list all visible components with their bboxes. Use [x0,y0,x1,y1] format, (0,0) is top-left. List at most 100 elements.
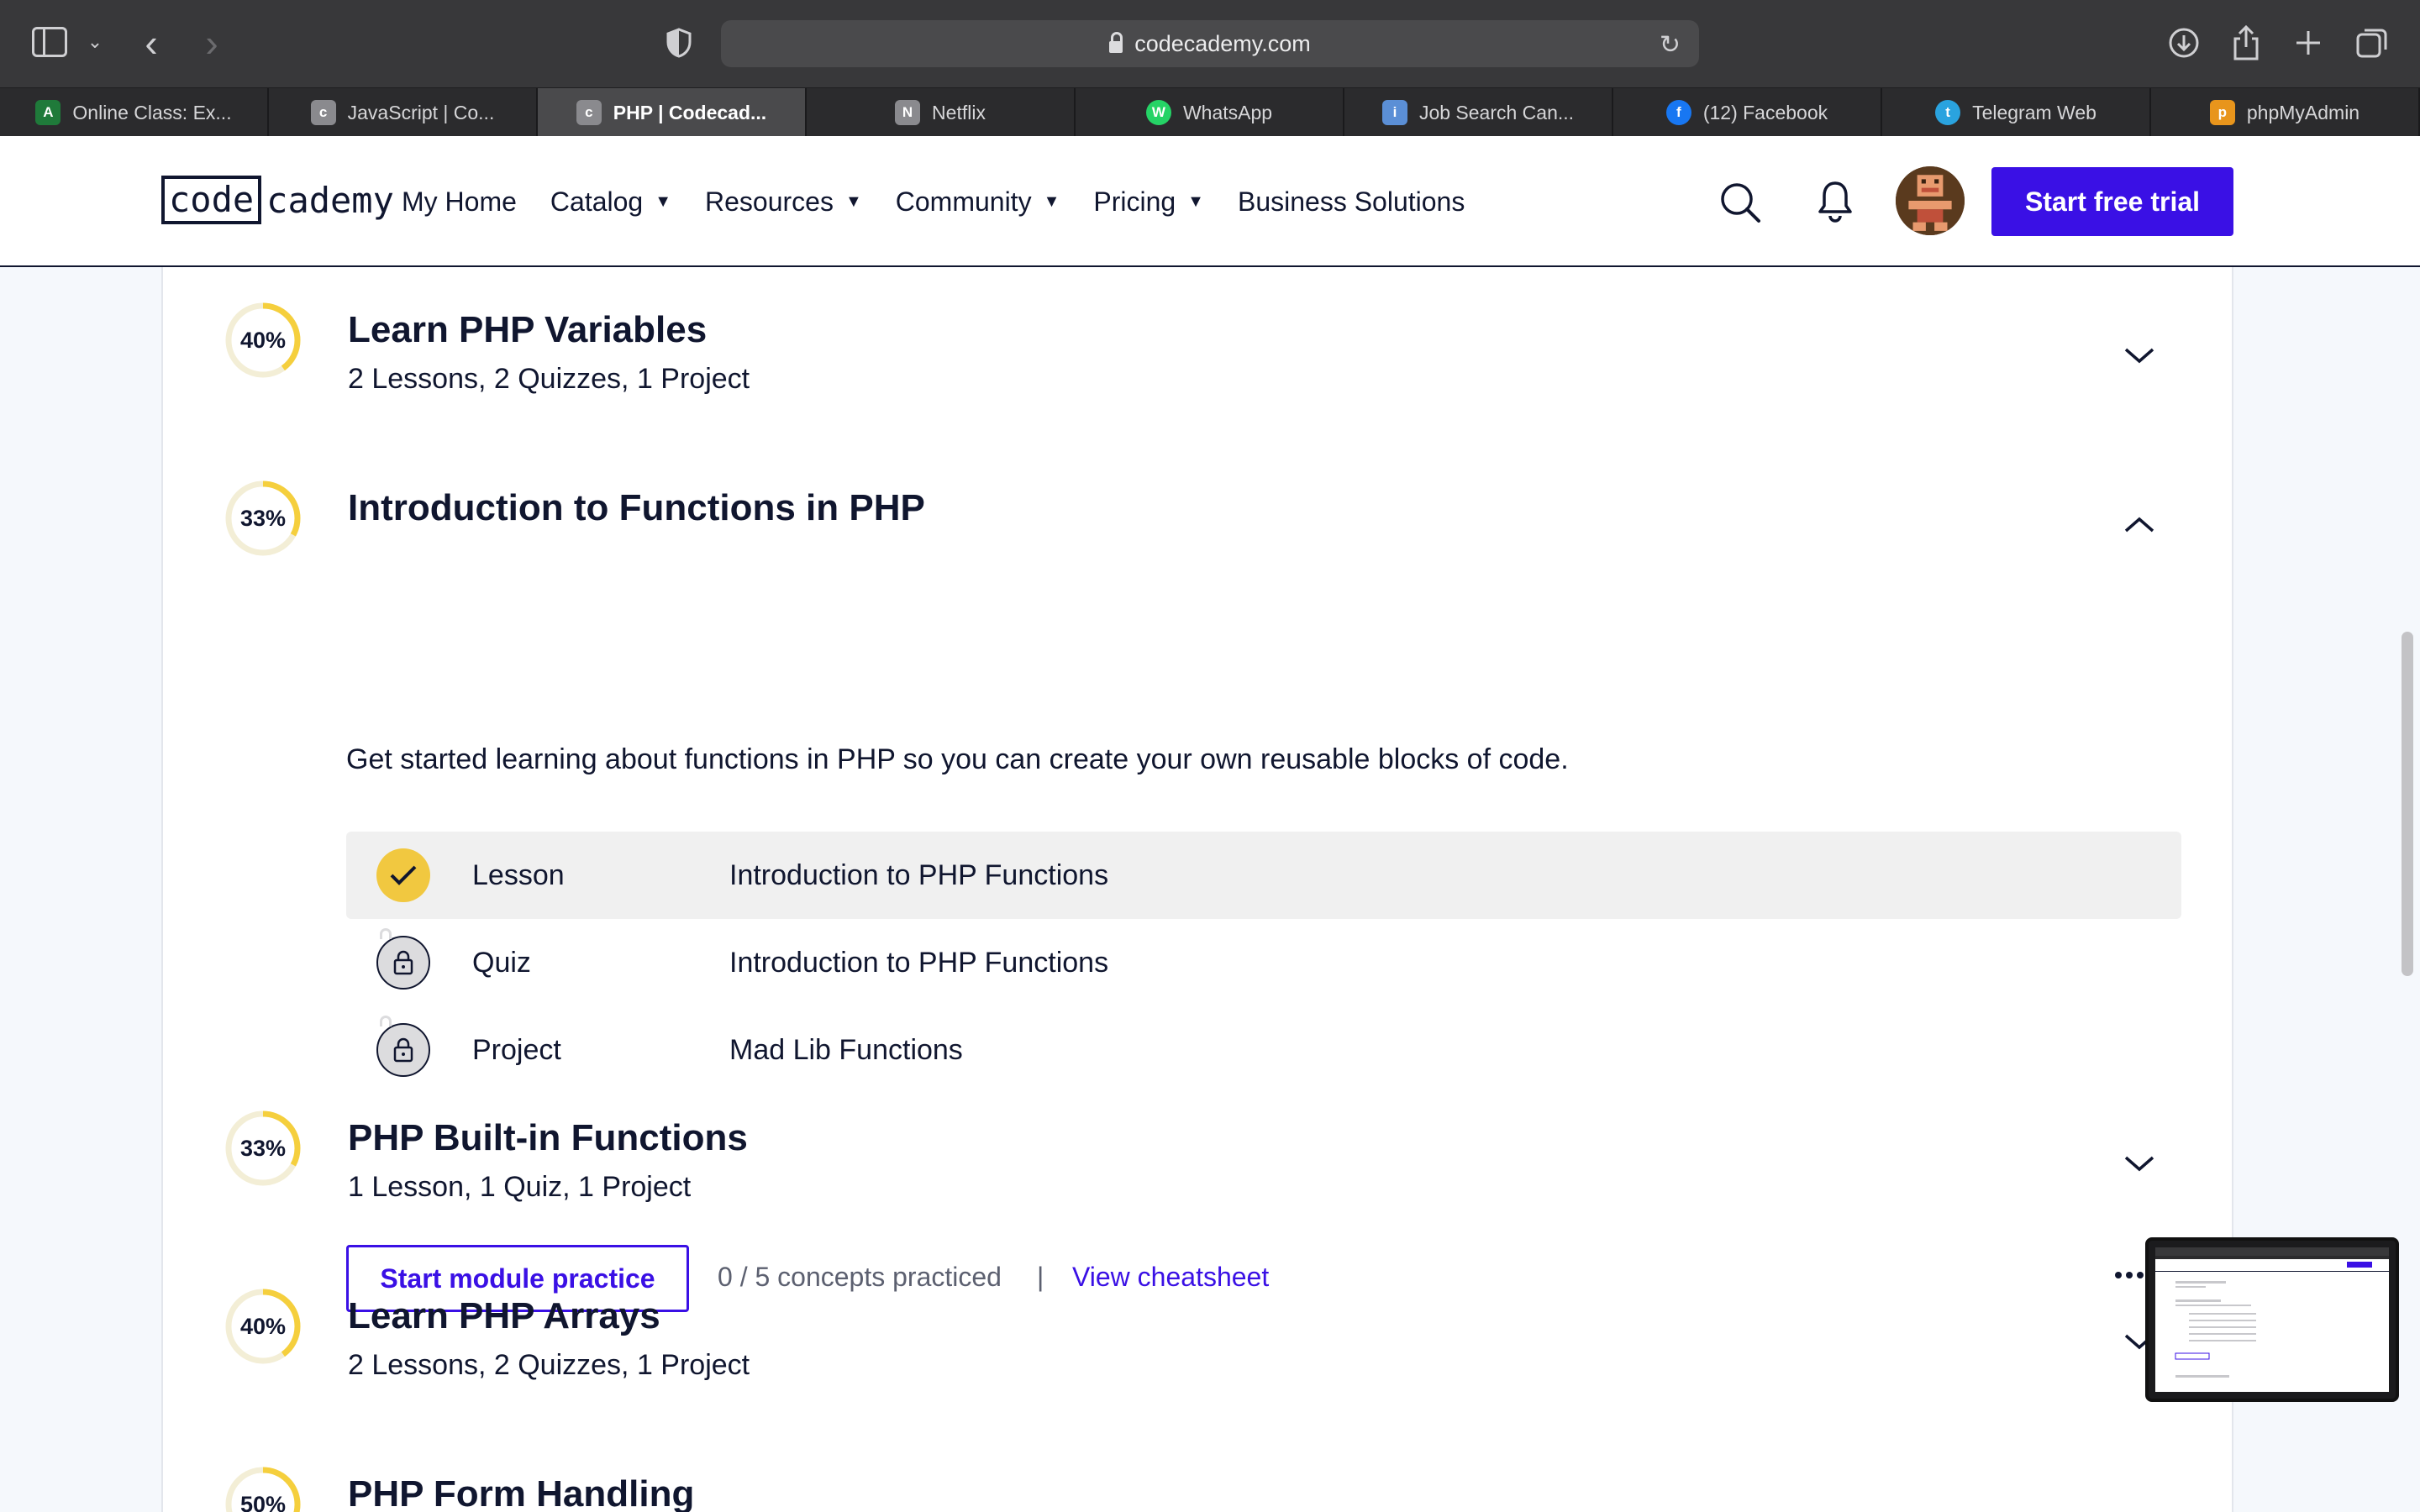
browser-tab[interactable]: W WhatsApp [1076,88,1344,137]
divider: | [1037,1262,1044,1292]
download-icon[interactable] [2165,24,2203,62]
nav-catalog[interactable]: Catalog ▼ [550,186,671,218]
progress-ring: 50% [225,1467,301,1512]
progress-percent: 33% [239,505,287,531]
tab-title: WhatsApp [1182,101,1273,123]
module-description: Get started learning about functions in … [346,743,1569,775]
item-type: Lesson [472,859,565,891]
module-title[interactable]: Learn PHP Variables [348,309,707,351]
item-name: Introduction to PHP Functions [729,859,1109,891]
tab-title: Telegram Web [1972,101,2096,123]
logo-code: code [161,176,262,224]
list-item-lesson[interactable]: Lesson Introduction to PHP Functions [346,832,2181,919]
nav-label: Catalog [550,186,644,217]
favicon-icon: f [1665,100,1691,125]
tab-overview-icon[interactable] [2353,24,2391,62]
site-header: code cademy My Home Catalog ▼ Resources ▼ C… [0,136,2420,267]
module-title[interactable]: Learn PHP Arrays [348,1295,660,1337]
chevron-down-icon[interactable] [2121,343,2158,366]
favicon-icon: t [1935,100,1961,125]
lock-icon [376,928,430,990]
caret-down-icon: ▼ [844,192,862,211]
chevron-up-icon[interactable] [2121,512,2158,536]
lock-icon [1109,32,1123,53]
nav-pricing[interactable]: Pricing ▼ [1093,186,1204,218]
chevron-down-icon[interactable]: ⌄ [82,25,108,59]
nav-business-solutions[interactable]: Business Solutions [1238,186,1465,218]
nav-label: Pricing [1093,186,1176,217]
browser-tab[interactable]: N Netflix [807,88,1076,137]
avatar[interactable] [1896,166,1965,235]
browser-tab[interactable]: i Job Search Can... [1344,88,1613,137]
tab-title: phpMyAdmin [2246,101,2360,123]
favicon-icon: p [2209,100,2235,125]
module-title[interactable]: Introduction to Functions in PHP [348,487,925,529]
new-tab-icon[interactable] [2289,24,2328,62]
tab-title: PHP | Codecad... [613,101,767,123]
search-icon[interactable] [1719,181,1761,223]
item-type: Project [472,1034,561,1066]
item-type: Quiz [472,947,531,979]
module-title[interactable]: PHP Built-in Functions [348,1117,748,1159]
syllabus-card: 40% Learn PHP Variables 2 Lessons, 2 Qui… [161,267,2233,1512]
browser-tab[interactable]: c JavaScript | Co... [269,88,538,137]
module-subtitle: 2 Lessons, 2 Quizzes, 1 Project [348,363,750,395]
favicon-icon: i [1381,100,1407,125]
url-text: codecademy.com [1134,30,1311,56]
sidebar-toggle-icon[interactable] [32,27,67,57]
browser-tab[interactable]: t Telegram Web [1882,88,2151,137]
favicon-icon: c [576,100,602,125]
browser-tab-active[interactable]: c PHP | Codecad... [538,88,807,137]
progress-ring: 40% [225,1289,301,1364]
progress-percent: 40% [239,327,287,353]
back-arrow-icon[interactable]: ‹ [134,21,168,65]
tab-title: JavaScript | Co... [347,101,495,123]
item-name: Mad Lib Functions [729,1034,963,1066]
tab-title: Online Class: Ex... [72,101,232,123]
concepts-practiced: 0 / 5 concepts practiced [718,1262,1002,1292]
nav-label: My Home [402,186,517,217]
codecademy-logo[interactable]: code cademy [161,176,394,224]
logo-cademy: cademy [266,179,394,221]
nav-my-home[interactable]: My Home [402,186,517,218]
screenshot-thumbnail[interactable] [2145,1237,2399,1402]
forward-arrow-icon[interactable]: › [195,21,229,65]
caret-down-icon: ▼ [655,192,671,211]
tab-bar: A Online Class: Ex... c JavaScript | Co...… [0,87,2420,137]
share-icon[interactable] [2227,24,2265,62]
bell-icon[interactable] [1817,180,1854,223]
browser-toolbar: ⌄ ‹ › codecademy.com ↻ [0,0,2420,87]
browser-tab[interactable]: A Online Class: Ex... [0,88,269,137]
favicon-icon: A [35,100,61,125]
module-subtitle: 1 Lesson, 1 Quiz, 1 Project [348,1171,692,1203]
browser-tab[interactable]: p phpMyAdmin [2151,88,2420,137]
list-item-project[interactable]: Project Mad Lib Functions [346,1006,2181,1094]
nav-community[interactable]: Community ▼ [896,186,1060,218]
more-options-icon[interactable] [2111,1260,2148,1290]
progress-ring: 40% [225,302,301,378]
view-cheatsheet-link[interactable]: View cheatsheet [1072,1262,1269,1293]
favicon-icon: N [895,100,921,125]
module-title[interactable]: PHP Form Handling [348,1473,694,1512]
list-item-quiz[interactable]: Quiz Introduction to PHP Functions [346,919,2181,1006]
reload-icon[interactable]: ↻ [1660,30,1681,60]
main-nav: My Home Catalog ▼ Resources ▼ Community ▼ P… [402,180,1498,223]
start-free-trial-button[interactable]: Start free trial [1991,167,2233,236]
nav-label: Community [895,186,1032,217]
privacy-shield-icon[interactable] [662,25,696,60]
lock-icon [376,1016,430,1077]
caret-down-icon: ▼ [1187,192,1204,211]
item-name: Introduction to PHP Functions [729,947,1109,979]
address-bar[interactable]: codecademy.com ↻ [721,20,1699,67]
tab-title: Job Search Can... [1418,101,1575,123]
module-subtitle: 2 Lessons, 2 Quizzes, 1 Project [348,1349,750,1381]
progress-ring: 33% [225,480,301,556]
nav-resources[interactable]: Resources ▼ [705,186,862,218]
scrollbar-thumb[interactable] [2402,632,2413,976]
progress-percent: 40% [239,1313,287,1339]
browser-tab[interactable]: f (12) Facebook [1613,88,1882,137]
progress-ring: 33% [225,1110,301,1186]
caret-down-icon: ▼ [1043,192,1060,211]
tab-title: (12) Facebook [1702,101,1828,123]
chevron-down-icon[interactable] [2121,1151,2158,1174]
